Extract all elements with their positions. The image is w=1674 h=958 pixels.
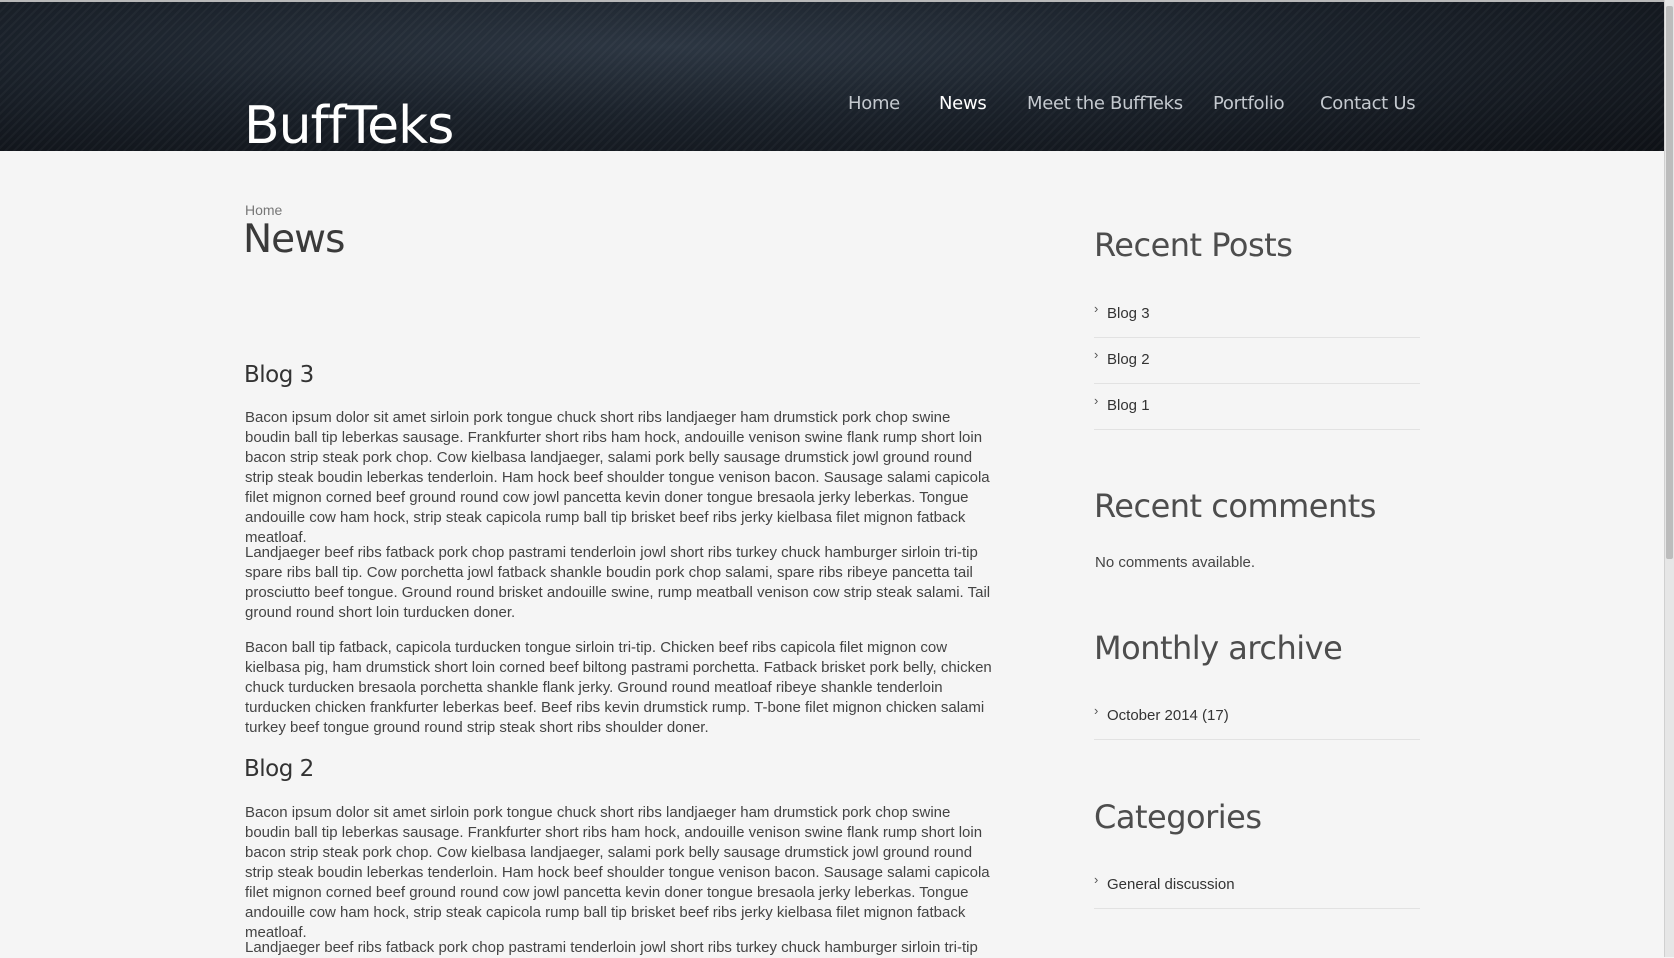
recent-post-link[interactable]: Blog 2 (1107, 351, 1150, 368)
monthly-archive-list: › October 2014 (17) (1094, 694, 1420, 740)
recent-comments-title: Recent comments (1094, 487, 1376, 525)
breadcrumb[interactable]: Home (245, 202, 282, 218)
chevron-right-icon: › (1094, 703, 1099, 718)
recent-posts-list: › Blog 3 › Blog 2 › Blog 1 (1094, 292, 1420, 430)
category-link[interactable]: General discussion (1107, 876, 1235, 893)
nav-portfolio[interactable]: Portfolio (1213, 93, 1285, 114)
nav-home[interactable]: Home (848, 93, 900, 114)
categories-list: › General discussion (1094, 863, 1420, 909)
post-paragraph: Bacon ipsum dolor sit amet sirloin pork … (245, 409, 990, 546)
nav-meet-the-buffteks[interactable]: Meet the BuffTeks (1027, 93, 1183, 114)
no-comments-text: No comments available. (1095, 554, 1256, 571)
nav-contact-us[interactable]: Contact Us (1320, 93, 1416, 114)
post-paragraph: Bacon ipsum dolor sit amet sirloin pork … (245, 804, 990, 941)
page-title: News (243, 217, 345, 262)
chevron-right-icon: › (1094, 347, 1099, 362)
post-paragraph: Landjaeger beef ribs fatback pork chop p… (245, 939, 978, 956)
post-paragraph: Bacon ball tip fatback, capicola turduck… (245, 639, 992, 736)
page-scrollbar[interactable] (1664, 0, 1674, 957)
post-title-blog-3[interactable]: Blog 3 (244, 362, 314, 388)
list-item: › October 2014 (17) (1094, 694, 1420, 740)
recent-posts-title: Recent Posts (1094, 226, 1293, 264)
main-nav: Home News Meet the BuffTeks Portfolio Co… (0, 93, 1664, 117)
recent-post-link[interactable]: Blog 1 (1107, 397, 1150, 414)
post-paragraph: Landjaeger beef ribs fatback pork chop p… (245, 544, 991, 621)
post-title-blog-2[interactable]: Blog 2 (244, 756, 314, 782)
categories-title: Categories (1094, 798, 1262, 836)
site-header: BuffTeks Home News Meet the BuffTeks Por… (0, 0, 1664, 152)
monthly-archive-title: Monthly archive (1094, 629, 1343, 667)
nav-news[interactable]: News (939, 93, 987, 114)
recent-post-link[interactable]: Blog 3 (1107, 305, 1150, 322)
list-item: › Blog 1 (1094, 384, 1420, 430)
chevron-right-icon: › (1094, 301, 1099, 316)
list-item: › Blog 2 (1094, 338, 1420, 384)
archive-link[interactable]: October 2014 (17) (1107, 707, 1229, 724)
chevron-right-icon: › (1094, 872, 1099, 887)
scrollbar-thumb[interactable] (1666, 6, 1673, 559)
list-item: › General discussion (1094, 863, 1420, 909)
list-item: › Blog 3 (1094, 292, 1420, 338)
chevron-right-icon: › (1094, 393, 1099, 408)
